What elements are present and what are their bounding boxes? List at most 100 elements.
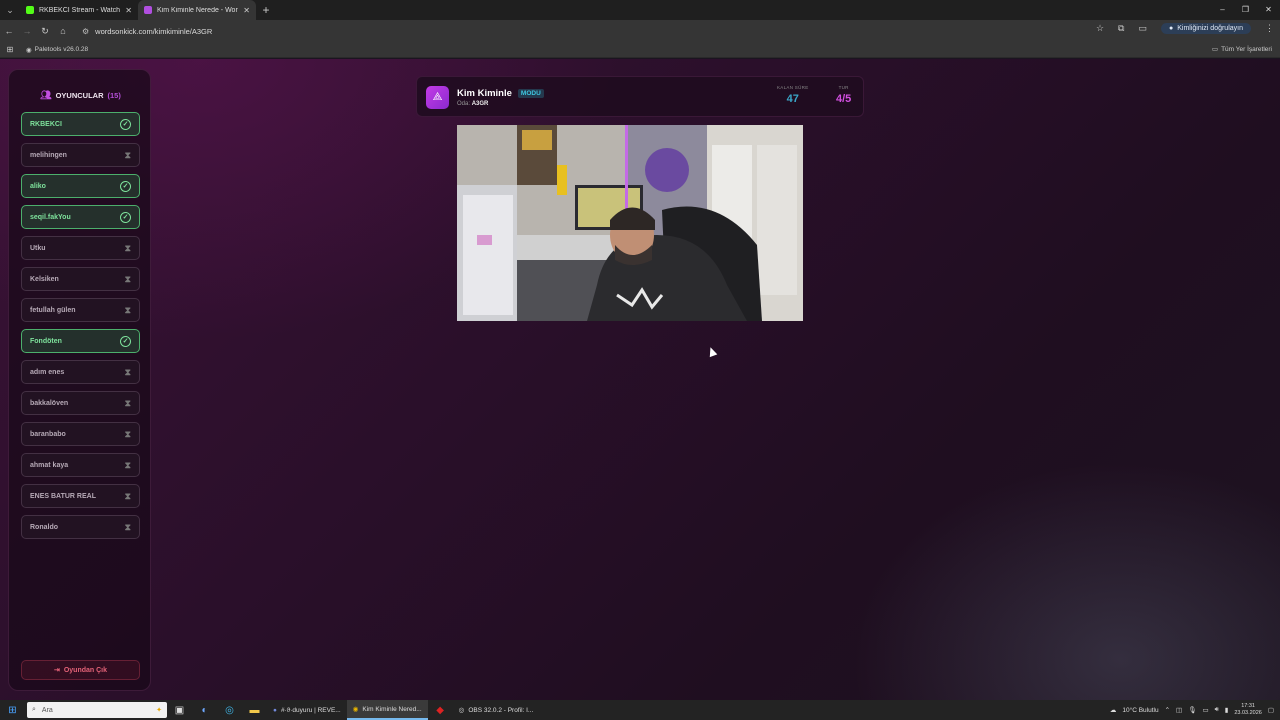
clock[interactable]: 17:31 23.03.2026 bbox=[1234, 703, 1262, 717]
player-name: Utku bbox=[30, 244, 46, 252]
player-name: Ronaldo bbox=[30, 523, 58, 531]
reload-icon[interactable]: ↻ bbox=[36, 26, 54, 37]
player-name: fetullah gülen bbox=[30, 306, 76, 314]
taskbar-search[interactable]: ⌕ Ara ✦ bbox=[27, 702, 167, 718]
leave-label: Oyundan Çık bbox=[63, 666, 108, 674]
player-row: baranbabo ⧗ bbox=[21, 422, 140, 446]
bookmark-star-icon[interactable]: ☆ bbox=[1096, 23, 1104, 34]
close-window-icon[interactable]: ✕ bbox=[1257, 0, 1280, 20]
site-info-icon[interactable]: ⚙ bbox=[82, 27, 89, 36]
taskbar-app-label: Kim Kiminle Nered... bbox=[362, 705, 422, 713]
maximize-icon[interactable]: ❐ bbox=[1234, 0, 1257, 20]
back-icon[interactable]: ← bbox=[0, 26, 18, 36]
home-icon[interactable]: ⌂ bbox=[54, 26, 72, 36]
player-row: Kelsiken ⧗ bbox=[21, 267, 140, 291]
webcam-frame-image bbox=[457, 125, 803, 321]
game-logo-icon: ⟁ bbox=[426, 86, 449, 109]
start-menu-icon[interactable]: ⊞ bbox=[0, 705, 25, 716]
player-name: Fondöten bbox=[30, 337, 62, 345]
mouse-cursor-icon bbox=[706, 345, 718, 358]
task-view-icon[interactable]: ▣ bbox=[167, 705, 192, 716]
tab-title: Kim Kiminle Nerede - Words O bbox=[157, 6, 238, 14]
app-red-icon[interactable]: ◆ bbox=[428, 705, 453, 716]
taskbar-app-label: OBS 32.0.2 - Profil: I... bbox=[468, 706, 534, 714]
profile-button[interactable]: ● Kimliğinizi doğrulayın bbox=[1161, 23, 1251, 34]
chrome-icon: ◉ bbox=[352, 706, 359, 713]
player-name: ahmat kaya bbox=[30, 461, 69, 469]
player-row: melihingen ⧗ bbox=[21, 143, 140, 167]
tray-chevron-icon[interactable]: ⌃ bbox=[1165, 706, 1170, 714]
leave-game-button[interactable]: ⇥ Oyundan Çık bbox=[21, 660, 140, 680]
all-bookmarks-button[interactable]: ▭ Tüm Yer İşaretleri bbox=[1212, 45, 1272, 54]
round-label: TUR bbox=[838, 85, 849, 90]
remaining-time-label: KALAN SÜRE bbox=[777, 85, 809, 90]
game-header: ⟁ Kim Kiminle MODU Oda: A3GR KALAN SÜRE … bbox=[416, 76, 864, 117]
apps-grid-icon[interactable]: ⊞ bbox=[0, 45, 20, 54]
profile-label: Kimliğinizi doğrulayın bbox=[1177, 25, 1243, 32]
battery-icon[interactable]: ▮ bbox=[1225, 706, 1229, 714]
player-name: aliko bbox=[30, 182, 46, 190]
tab-close-icon[interactable]: ✕ bbox=[243, 6, 250, 15]
players-count: (15) bbox=[107, 91, 121, 100]
tab-search-chevron-icon[interactable]: ⌄ bbox=[0, 0, 20, 20]
player-row: ahmat kaya ⧗ bbox=[21, 453, 140, 477]
cast-icon[interactable]: ▭ bbox=[1138, 23, 1147, 34]
game-title-row: Kim Kiminle MODU bbox=[457, 88, 544, 99]
new-tab-icon[interactable]: + bbox=[256, 3, 276, 17]
volume-icon[interactable]: 🔊︎ bbox=[1215, 706, 1219, 714]
url-field[interactable]: ⚙ wordsonkick.com/kimkiminle/A3GR bbox=[82, 27, 212, 36]
bookmarks-bar: ⊞ ◉ Paletools v26.0.28 ▭ Tüm Yer İşaretl… bbox=[0, 42, 1280, 58]
taskbar-app-discord[interactable]: ● #·ϑ·duyuru | REVE... bbox=[267, 700, 347, 720]
site-favicon-icon bbox=[144, 6, 152, 14]
app-icon[interactable]: ◐ bbox=[192, 705, 217, 716]
microphone-icon[interactable]: 🎙︎ bbox=[1188, 706, 1196, 714]
taskbar-app-chrome[interactable]: ◉ Kim Kiminle Nered... bbox=[346, 700, 428, 720]
network-icon[interactable]: ◫ bbox=[1176, 706, 1182, 714]
hourglass-icon: ⧗ bbox=[124, 366, 131, 377]
check-circle-icon: ✓ bbox=[120, 118, 131, 130]
display-icon[interactable]: ▭ bbox=[1202, 706, 1208, 714]
users-icon: 👥︎ bbox=[40, 90, 52, 100]
hourglass-icon: ⧗ bbox=[124, 242, 131, 253]
tab-close-icon[interactable]: ✕ bbox=[125, 6, 132, 15]
browser-tab-2[interactable]: Kim Kiminle Nerede - Words O ✕ bbox=[138, 0, 256, 20]
toolbar-right: ☆ ⧉ ▭ ● Kimliğinizi doğrulayın ⋮ bbox=[1096, 23, 1274, 34]
browser-tabbar: ⌄ RKBEKCI Stream - Watch Live o ✕ Kim Ki… bbox=[0, 0, 1280, 20]
more-menu-icon[interactable]: ⋮ bbox=[1265, 23, 1274, 34]
player-row: Fondöten ✓ bbox=[21, 329, 140, 353]
hourglass-icon: ⧗ bbox=[124, 459, 131, 470]
hourglass-icon: ⧗ bbox=[124, 428, 131, 439]
player-name: seqil.fakYou bbox=[30, 213, 71, 221]
paletools-icon: ◉ bbox=[26, 46, 32, 54]
player-row: RKBEKCI ✓ bbox=[21, 112, 140, 136]
file-explorer-icon[interactable]: ▬ bbox=[242, 705, 267, 716]
notifications-icon[interactable]: ▢ bbox=[1268, 706, 1274, 714]
player-name: adım enes bbox=[30, 368, 65, 376]
weather-text[interactable]: 10°C Bulutlu bbox=[1122, 707, 1158, 714]
tab-title: RKBEKCI Stream - Watch Live o bbox=[39, 6, 121, 14]
search-highlight-icon: ✦ bbox=[156, 707, 162, 714]
clock-time: 17:31 bbox=[1241, 703, 1255, 709]
player-row: bakkalöven ⧗ bbox=[21, 391, 140, 415]
room-label: Oda: bbox=[457, 101, 471, 107]
player-row: ENES BATUR REAL ⧗ bbox=[21, 484, 140, 508]
player-name: bakkalöven bbox=[30, 399, 69, 407]
minimize-icon[interactable]: – bbox=[1211, 0, 1234, 20]
browser-tab-1[interactable]: RKBEKCI Stream - Watch Live o ✕ bbox=[20, 0, 138, 20]
check-circle-icon: ✓ bbox=[120, 335, 131, 347]
player-row: aliko ✓ bbox=[21, 174, 140, 198]
search-placeholder: Ara bbox=[41, 706, 53, 714]
hourglass-icon: ⧗ bbox=[124, 273, 131, 284]
player-name: Kelsiken bbox=[30, 275, 59, 283]
player-row: adım enes ⧗ bbox=[21, 360, 140, 384]
bookmark-label: Paletools v26.0.28 bbox=[34, 46, 89, 53]
edge-icon[interactable]: ◎ bbox=[217, 705, 242, 716]
url-text: wordsonkick.com/kimkiminle/A3GR bbox=[95, 26, 213, 36]
extensions-icon[interactable]: ⧉ bbox=[1118, 23, 1124, 34]
forward-icon[interactable]: → bbox=[18, 26, 36, 36]
hourglass-icon: ⧗ bbox=[124, 397, 131, 408]
bookmark-paletools[interactable]: ◉ Paletools v26.0.28 bbox=[26, 46, 88, 54]
remaining-time-value: 47 bbox=[786, 93, 799, 105]
taskbar-app-obs[interactable]: ◎ OBS 32.0.2 - Profil: I... bbox=[453, 700, 540, 720]
search-icon: ⌕ bbox=[32, 706, 36, 713]
